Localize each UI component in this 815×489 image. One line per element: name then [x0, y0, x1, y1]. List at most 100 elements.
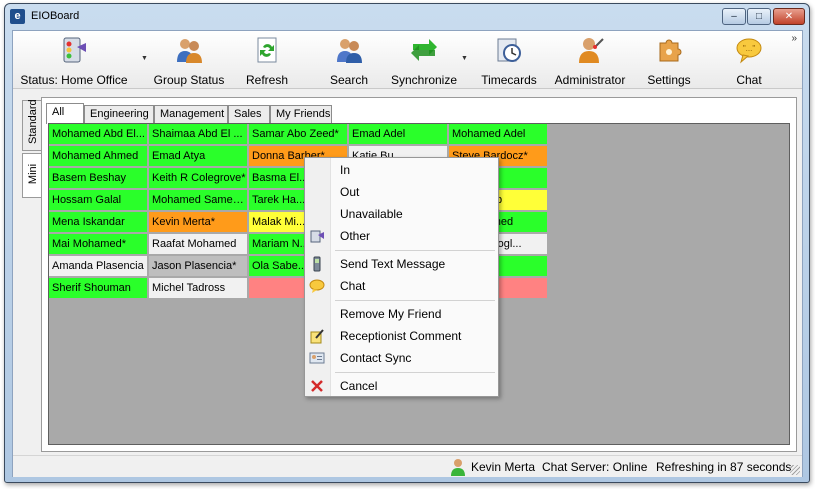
refresh-countdown: Refreshing in 87 seconds — [656, 460, 792, 474]
administrator-user-icon — [579, 38, 604, 63]
eioboard-logo-icon[interactable]: e — [10, 9, 25, 24]
tab-engineering[interactable]: Engineering — [84, 105, 154, 123]
person-status-cell[interactable]: Mohamed Adel — [449, 124, 548, 145]
synchronize-label: Synchronize — [390, 73, 458, 87]
person-status-cell[interactable]: Basem Beshay — [49, 168, 148, 189]
user-icon — [451, 459, 465, 476]
menu-item-label: Contact Sync — [340, 351, 412, 365]
person-status-cell[interactable]: Michel Tadross — [149, 278, 248, 299]
resize-grip[interactable] — [790, 465, 800, 475]
tab-all[interactable]: All — [46, 103, 84, 124]
menu-item-label: Chat — [340, 279, 366, 293]
person-status-cell[interactable]: Amanda Plasencia — [49, 256, 148, 277]
contact-card-icon — [309, 350, 325, 366]
person-status-cell[interactable]: Mohamed Abd El... — [49, 124, 148, 145]
menu-item-label: Remove My Friend — [340, 307, 442, 321]
svg-text:"...": "..." — [743, 44, 756, 53]
window-title: EIOBoard — [31, 10, 80, 22]
status-board-icon — [63, 37, 86, 63]
menu-separator — [335, 300, 495, 301]
menu-item-label: Out — [340, 185, 360, 199]
timecard-clock-icon — [497, 38, 521, 62]
person-status-cell[interactable]: Jason Plasencia* — [149, 256, 248, 277]
maximize-button[interactable]: □ — [747, 8, 771, 25]
menu-item-out[interactable]: Out — [305, 181, 498, 203]
person-status-cell[interactable]: Shaimaa Abd El ... — [149, 124, 248, 145]
side-tab-mini-label: Mini — [27, 163, 39, 185]
menu-item-unavailable[interactable]: Unavailable — [305, 203, 498, 225]
chat-server-status: Chat Server: Online — [542, 460, 648, 474]
note-pencil-icon — [309, 328, 325, 344]
person-status-cell[interactable]: Mena Iskandar — [49, 212, 148, 233]
chat-bubble-icon — [309, 278, 325, 294]
settings-label: Settings — [647, 73, 691, 87]
status-button[interactable]: Status: Home Office — [19, 35, 129, 87]
close-button[interactable]: ✕ — [773, 8, 805, 25]
side-tab-standard-label: Standard — [27, 99, 39, 144]
cancel-x-icon — [309, 378, 325, 394]
side-tab-mini[interactable]: Mini — [22, 153, 42, 198]
status-dropdown-arrow[interactable]: ▼ — [141, 55, 148, 62]
person-status-cell[interactable]: Mai Mohamed* — [49, 234, 148, 255]
menu-item-label: Unavailable — [340, 207, 403, 221]
menu-item-label: Cancel — [340, 379, 378, 393]
settings-puzzle-icon — [659, 39, 682, 62]
toolbar: Status: Home Office ▼ Group Status Refre… — [13, 31, 802, 89]
tab-my-friends[interactable]: My Friends — [270, 105, 332, 123]
menu-item-label: Receptionist Comment — [340, 329, 462, 343]
menu-item-chat[interactable]: Chat — [305, 275, 498, 297]
group-status-button[interactable]: Group Status — [153, 35, 225, 87]
search-label: Search — [329, 73, 369, 87]
tab-sales[interactable]: Sales — [228, 105, 270, 123]
chat-button[interactable]: "..." Chat — [729, 35, 769, 87]
refresh-label: Refresh — [245, 73, 289, 87]
menu-separator — [335, 250, 495, 251]
menu-item-receptionist-comment[interactable]: Receptionist Comment — [305, 325, 498, 347]
person-status-cell[interactable]: Kevin Merta* — [149, 212, 248, 233]
group-status-label: Group Status — [153, 73, 225, 87]
status-other-icon — [309, 228, 325, 244]
person-status-cell[interactable]: Emad Adel — [349, 124, 448, 145]
person-status-cell[interactable]: Hossam Galal — [49, 190, 148, 211]
minimize-button[interactable]: – — [722, 8, 746, 25]
group-people-icon — [177, 39, 202, 63]
menu-item-contact-sync[interactable]: Contact Sync — [305, 347, 498, 369]
synchronize-arrows-icon — [411, 39, 437, 61]
context-menu: In Out Unavailable Other Send Text Message Ch… — [304, 157, 499, 397]
search-button[interactable]: Search — [325, 35, 373, 87]
menu-item-label: Send Text Message — [340, 257, 446, 271]
person-status-cell[interactable]: Samar Abo Zeed* — [249, 124, 348, 145]
refresh-icon — [257, 37, 277, 63]
side-tab-standard[interactable]: Standard — [22, 99, 42, 151]
menu-item-in[interactable]: In — [305, 159, 498, 181]
toolbar-overflow-chevron-icon[interactable]: » — [791, 33, 797, 44]
person-status-cell[interactable]: Keith R Colegrove* — [149, 168, 248, 189]
chat-label: Chat — [736, 73, 762, 87]
menu-item-cancel[interactable]: Cancel — [305, 375, 498, 397]
refresh-button[interactable]: Refresh — [243, 35, 291, 87]
person-status-cell[interactable]: Mohamed Ahmed — [49, 146, 148, 167]
menu-item-label: Other — [340, 229, 371, 243]
search-people-icon — [337, 39, 362, 63]
current-user: Kevin Merta — [471, 460, 536, 474]
mobile-phone-icon — [309, 256, 325, 272]
person-status-cell[interactable]: Raafat Mohamed — [149, 234, 248, 255]
synchronize-dropdown-arrow[interactable]: ▼ — [461, 55, 468, 62]
chat-bubble-icon: "..." — [736, 38, 762, 64]
title-bar[interactable]: e EIOBoard – □ ✕ — [5, 4, 809, 30]
menu-separator — [335, 372, 495, 373]
person-status-cell[interactable]: Emad Atya — [149, 146, 248, 167]
tab-management[interactable]: Management — [154, 105, 228, 123]
menu-item-other[interactable]: Other — [305, 225, 498, 247]
person-status-cell[interactable]: Sherif Shouman — [49, 278, 148, 299]
administrator-label: Administrator — [554, 73, 626, 87]
menu-item-send-text-message[interactable]: Send Text Message — [305, 253, 498, 275]
timecards-button[interactable]: Timecards — [477, 35, 541, 87]
status-label: Status: Home Office — [20, 73, 128, 87]
person-status-cell[interactable]: Mohamed Sameh... — [149, 190, 248, 211]
menu-item-remove-my-friend[interactable]: Remove My Friend — [305, 303, 498, 325]
administrator-button[interactable]: Administrator — [551, 35, 629, 87]
timecards-label: Timecards — [481, 73, 537, 87]
settings-button[interactable]: Settings — [641, 35, 697, 87]
synchronize-button[interactable]: Synchronize — [385, 35, 463, 87]
